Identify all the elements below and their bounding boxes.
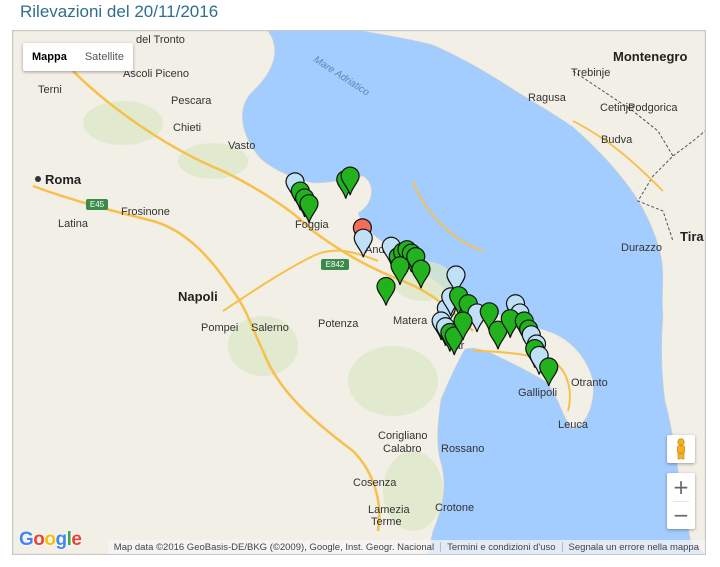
zoom-in-button[interactable]: + [667,473,695,501]
google-logo[interactable]: Google [19,529,82,551]
street-view-pegman[interactable] [667,435,695,463]
city-label-tirana: Tira [680,229,704,244]
city-label: Chieti [173,122,201,134]
city-label: Terni [38,84,62,96]
page-title: Rilevazioni del 20/11/2016 [20,2,219,21]
road-label-e842: E842 [326,260,345,269]
city-label: Lamezia [368,504,410,516]
city-label: Frosinone [121,206,170,218]
city-label: Pescara [171,95,212,107]
city-label: Durazzo [621,242,662,254]
city-label: Cetinje [600,102,634,114]
map-data-attribution: Map data ©2016 GeoBasis-DE/BKG (©2009), … [113,541,435,553]
city-label: Latina [58,218,89,230]
city-label: Salerno [251,322,289,334]
city-label: del Tronto [136,34,185,46]
attribution-bar: Map data ©2016 GeoBasis-DE/BKG (©2009), … [107,540,705,554]
map-type-satellite-button[interactable]: Satellite [76,43,133,71]
city-label: Trebinje [571,67,610,79]
park-area [83,101,163,145]
city-label-roma: Roma [45,172,82,187]
city-label: Podgorica [628,102,678,114]
city-label: Cosenza [353,477,397,489]
map-view[interactable]: E45 E842 Mare Adriatico del Tronto Ascol… [12,30,706,555]
report-error-link[interactable]: Segnala un errore nella mappa [563,542,705,553]
city-label: Crotone [435,502,474,514]
city-label: Otranto [571,377,608,389]
city-label-napoli: Napoli [178,289,218,304]
map-type-control: Mappa Satellite [23,43,133,71]
pegman-icon [677,438,685,460]
map-canvas[interactable]: E45 E842 Mare Adriatico del Tronto Ascol… [13,31,705,554]
capital-dot [35,176,41,182]
city-label: Foggia [295,219,330,231]
map-type-map-button[interactable]: Mappa [23,43,76,71]
city-label: Terme [371,516,402,528]
park-area [348,346,438,416]
zoom-out-button[interactable]: − [667,501,695,529]
city-label: Rossano [441,443,484,455]
city-label: Vasto [228,140,255,152]
city-label: Budva [601,134,633,146]
city-label: Matera [393,315,428,327]
city-label: Calabro [383,443,422,455]
country-label-montenegro: Montenegro [613,49,687,64]
zoom-control: + − [667,473,695,529]
terms-link[interactable]: Termini e condizioni d'uso [441,542,561,553]
city-label: Gallipoli [518,387,557,399]
road-label-e45: E45 [90,200,105,209]
city-label: Ascoli Piceno [123,68,189,80]
city-label: Pompei [201,322,238,334]
city-label: Leuca [558,419,589,431]
city-label: Corigliano [378,430,428,442]
city-label: Ragusa [528,92,567,104]
sea-label: Mare Adriatico [311,54,371,98]
city-label: Potenza [318,318,359,330]
